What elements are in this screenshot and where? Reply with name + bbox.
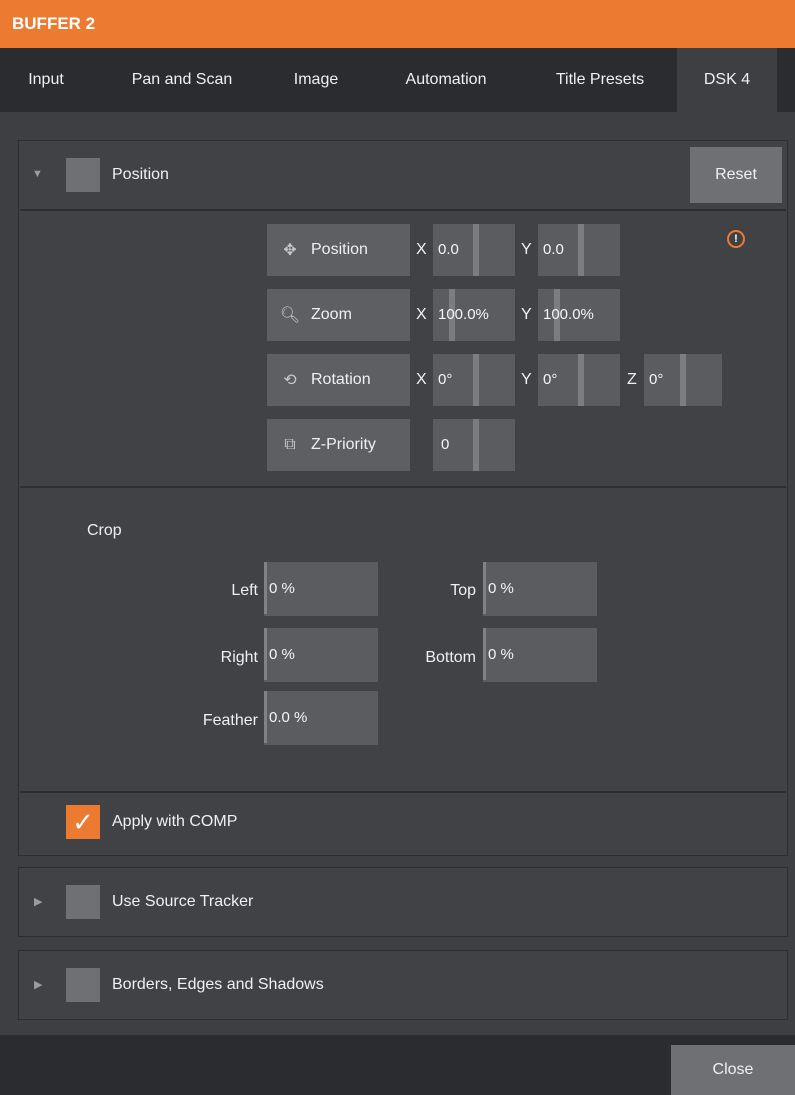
tab-title-presets[interactable]: Title Presets <box>532 48 668 112</box>
crop-feather-value: 0.0 % <box>269 709 308 726</box>
layers-icon: ⧉ <box>284 436 296 453</box>
crop-bottom-value: 0 % <box>488 646 514 663</box>
z-priority-field[interactable]: 0 <box>433 419 515 471</box>
position-section-label: Position <box>112 166 169 183</box>
crop-top-slider-handle[interactable] <box>483 562 486 614</box>
z-priority-value: 0 <box>441 436 450 453</box>
crop-feather-label: Feather <box>202 712 258 729</box>
rotation-z-field[interactable]: 0° <box>644 354 722 406</box>
section-divider <box>20 791 786 793</box>
position-x-value: 0.0 <box>438 241 459 258</box>
rotation-y-field[interactable]: 0° <box>538 354 620 406</box>
crop-bottom-label: Bottom <box>425 649 476 666</box>
apply-with-comp-checkbox[interactable]: ✓ <box>66 805 100 839</box>
expand-arrow-icon[interactable]: ▶ <box>34 978 42 991</box>
rotate-icon: ⟲ <box>283 372 297 389</box>
position-row-label: Position <box>311 241 368 258</box>
zoom-row-label: Zoom <box>311 306 352 323</box>
tab-input[interactable]: Input <box>14 48 78 112</box>
crop-left-slider-handle[interactable] <box>264 562 267 614</box>
source-tracker-label: Use Source Tracker <box>112 893 254 910</box>
position-enable-checkbox[interactable] <box>66 158 100 192</box>
rotation-x-field[interactable]: 0° <box>433 354 515 406</box>
crop-left-value: 0 % <box>269 580 295 597</box>
z-priority-button[interactable]: ⧉ Z-Priority <box>267 419 410 471</box>
rotation-z-value: 0° <box>649 371 664 388</box>
crop-right-value: 0 % <box>269 646 295 663</box>
crop-left-field[interactable]: 0 % <box>264 562 378 616</box>
borders-label: Borders, Edges and Shadows <box>112 976 324 993</box>
zoom-button[interactable]: 🔍︎ Zoom <box>267 289 410 341</box>
rotation-x-slider-handle[interactable] <box>473 354 479 406</box>
window-title: BUFFER 2 <box>12 14 96 33</box>
magnifier-icon: 🔍︎ <box>279 307 301 324</box>
collapse-arrow-icon[interactable]: ▼ <box>32 168 43 180</box>
checkmark-icon: ✓ <box>72 807 94 837</box>
expand-arrow-icon[interactable]: ▶ <box>34 895 42 908</box>
rotation-y-value: 0° <box>543 371 558 388</box>
crop-top-label: Top <box>450 582 476 599</box>
position-y-value: 0.0 <box>543 241 564 258</box>
source-tracker-enable-checkbox[interactable] <box>66 885 100 919</box>
zoom-x-value: 100.0% <box>438 306 489 323</box>
rotation-row-label: Rotation <box>311 371 371 388</box>
crop-bottom-slider-handle[interactable] <box>483 628 486 680</box>
crop-right-field[interactable]: 0 % <box>264 628 378 682</box>
position-y-axis-label: Y <box>521 241 532 258</box>
position-button[interactable]: ✥ Position <box>267 224 410 276</box>
crop-right-slider-handle[interactable] <box>264 628 267 680</box>
zoom-x-field[interactable]: 100.0% <box>433 289 515 341</box>
tab-bar: Input Pan and Scan Image Automation Titl… <box>0 48 795 112</box>
position-x-axis-label: X <box>416 241 427 258</box>
borders-enable-checkbox[interactable] <box>66 968 100 1002</box>
window-titlebar: BUFFER 2 <box>0 0 795 48</box>
position-x-slider-handle[interactable] <box>473 224 479 276</box>
position-y-slider-handle[interactable] <box>578 224 584 276</box>
section-divider <box>20 209 786 211</box>
rotation-y-axis-label: Y <box>521 371 532 388</box>
apply-with-comp-label: Apply with COMP <box>112 813 238 830</box>
zoom-y-axis-label: Y <box>521 306 532 323</box>
position-x-field[interactable]: 0.0 <box>433 224 515 276</box>
crop-bottom-field[interactable]: 0 % <box>483 628 597 682</box>
rotation-y-slider-handle[interactable] <box>578 354 584 406</box>
crop-right-label: Right <box>220 649 258 666</box>
tab-image[interactable]: Image <box>276 48 356 112</box>
tab-automation[interactable]: Automation <box>380 48 512 112</box>
rotation-z-slider-handle[interactable] <box>680 354 686 406</box>
zoom-y-value: 100.0% <box>543 306 594 323</box>
rotation-x-value: 0° <box>438 371 453 388</box>
rotation-button[interactable]: ⟲ Rotation <box>267 354 410 406</box>
section-divider <box>20 486 786 488</box>
tab-pan-and-scan[interactable]: Pan and Scan <box>108 48 256 112</box>
info-icon[interactable]: ! <box>727 230 745 248</box>
rotation-z-axis-label: Z <box>627 371 637 388</box>
crop-top-value: 0 % <box>488 580 514 597</box>
zoom-y-field[interactable]: 100.0% <box>538 289 620 341</box>
z-priority-row-label: Z-Priority <box>311 436 376 453</box>
reset-button[interactable]: Reset <box>690 147 782 203</box>
position-y-field[interactable]: 0.0 <box>538 224 620 276</box>
crop-feather-field[interactable]: 0.0 % <box>264 691 378 745</box>
zoom-x-axis-label: X <box>416 306 427 323</box>
crop-top-field[interactable]: 0 % <box>483 562 597 616</box>
crop-feather-slider-handle[interactable] <box>264 691 267 743</box>
crop-left-label: Left <box>231 582 258 599</box>
move-arrows-icon: ✥ <box>283 242 297 259</box>
tab-dsk-4[interactable]: DSK 4 <box>677 48 777 112</box>
rotation-x-axis-label: X <box>416 371 427 388</box>
close-button[interactable]: Close <box>671 1045 795 1095</box>
z-priority-slider-handle[interactable] <box>473 419 479 471</box>
crop-label: Crop <box>87 522 122 539</box>
